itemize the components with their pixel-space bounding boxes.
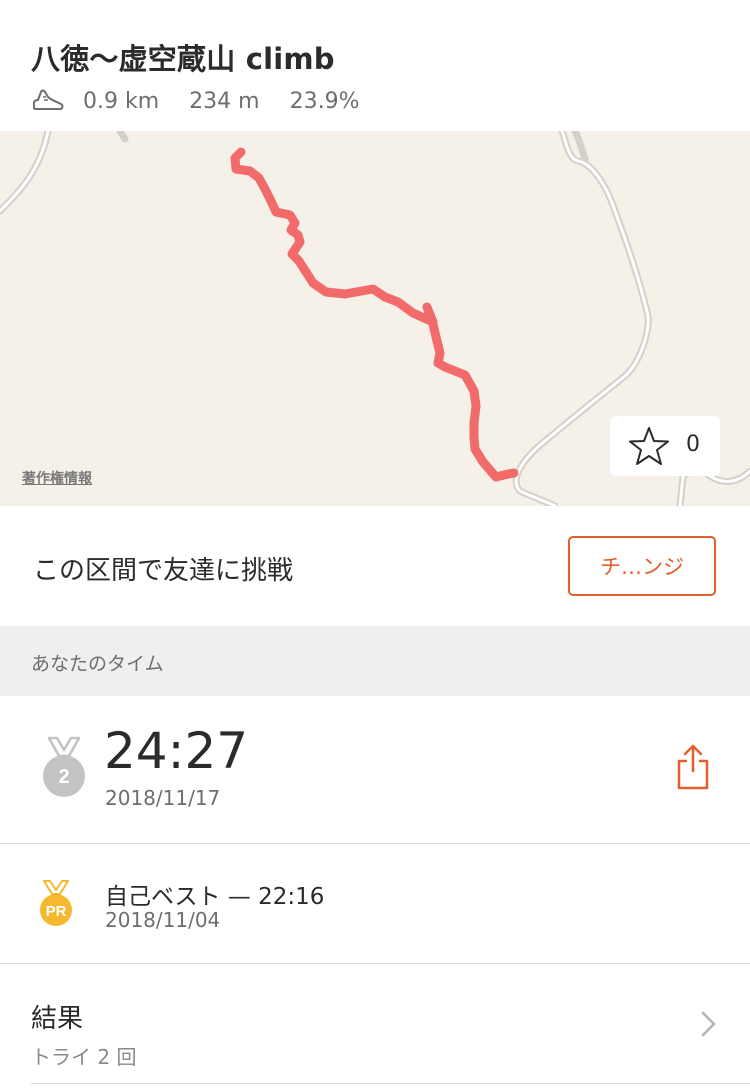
challenge-text: この区間で友達に挑戦 xyxy=(33,556,294,586)
map-road xyxy=(0,131,52,215)
pr-medal-icon: PR xyxy=(40,880,72,926)
star-count: 0 xyxy=(686,432,700,457)
divider xyxy=(31,1083,750,1084)
segment-header: 八徳〜虚空蔵山 climb 0.9 km 234 m 23.9% xyxy=(0,0,750,131)
your-time-row[interactable]: 2 24:27 2018/11/17 xyxy=(0,696,750,843)
medal-rank: 2 xyxy=(58,766,69,788)
map-road xyxy=(116,131,129,143)
segment-stats: 0.9 km 234 m 23.9% xyxy=(31,85,389,117)
challenge-button[interactable]: チ…ンジ xyxy=(568,536,716,596)
star-button[interactable]: 0 xyxy=(610,416,720,476)
silver-medal-icon: 2 xyxy=(43,736,85,797)
shoe-icon xyxy=(33,89,64,110)
segment-map[interactable]: 著作権情報 0 xyxy=(0,131,750,506)
results-title: 結果 xyxy=(31,1004,84,1034)
personal-best-date: 2018/11/04 xyxy=(105,908,221,932)
chevron-right-icon xyxy=(701,1011,716,1037)
personal-best-label: 自己ベスト — 22:16 xyxy=(105,884,325,910)
segment-grade: 23.9% xyxy=(289,88,360,114)
map-road xyxy=(571,131,589,163)
star-icon xyxy=(629,427,669,465)
personal-best-row[interactable]: PR 自己ベスト — 22:16 2018/11/04 xyxy=(0,844,750,963)
map-attribution-link[interactable]: 著作権情報 xyxy=(22,468,92,488)
pr-badge-text: PR xyxy=(46,903,67,920)
results-attempts: トライ 2 回 xyxy=(31,1045,137,1069)
results-row[interactable]: 結果 トライ 2 回 xyxy=(0,964,750,1084)
challenge-row: この区間で友達に挑戦 チ…ンジ xyxy=(0,506,750,626)
segment-elevation: 234 m xyxy=(189,88,260,114)
segment-distance: 0.9 km xyxy=(83,88,160,114)
your-time-section-header: あなたのタイム xyxy=(0,626,750,696)
segment-title: 八徳〜虚空蔵山 climb xyxy=(31,42,335,76)
share-icon[interactable] xyxy=(676,743,710,791)
your-time-value: 24:27 xyxy=(104,722,249,780)
section-label: あなたのタイム xyxy=(31,653,164,675)
segment-route xyxy=(230,147,519,482)
your-time-date: 2018/11/17 xyxy=(105,786,221,810)
